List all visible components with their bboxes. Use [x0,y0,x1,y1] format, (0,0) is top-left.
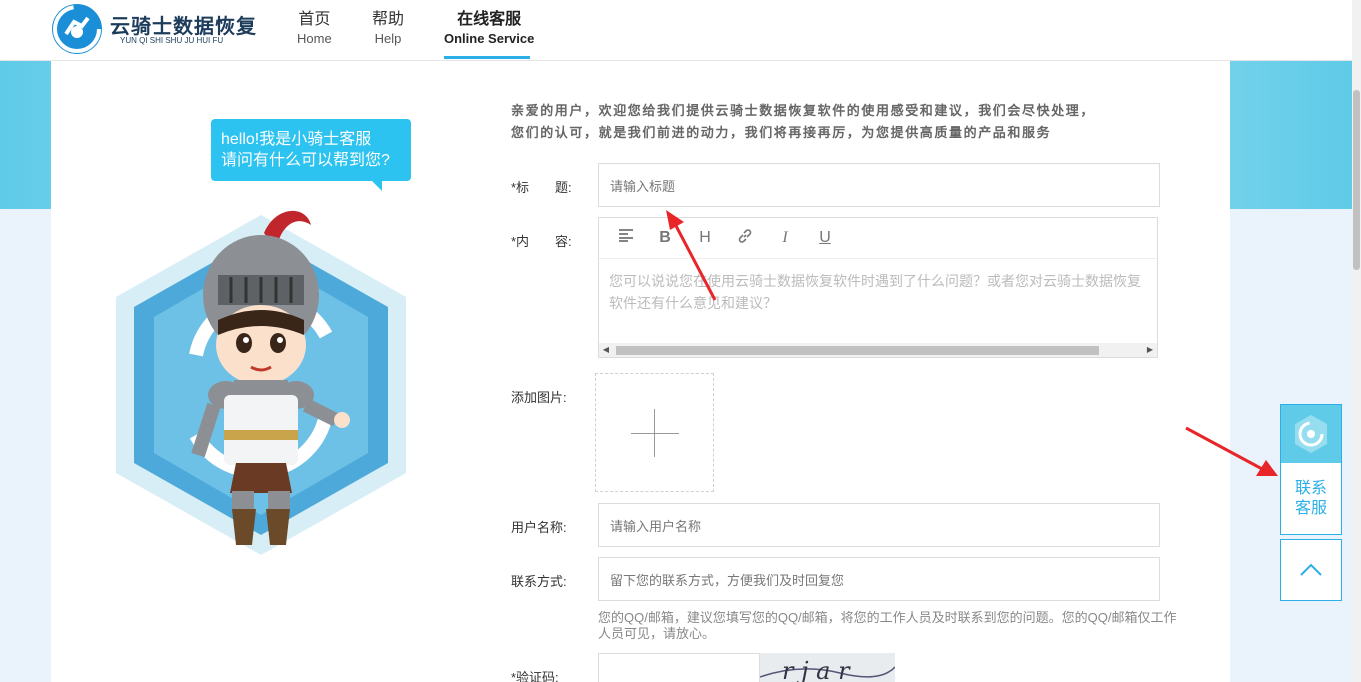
knight-mascot-image [116,210,406,555]
contact-hint: 您的QQ/邮箱，建议您填写您的QQ/邮箱，将您的工作人员及时联系到您的问题。您的… [598,610,1177,641]
bubble-line-1: hello!我是小骑士客服 [221,131,372,148]
contact-input[interactable]: 留下您的联系方式，方便我们及时回复您 [598,557,1160,601]
content-editor[interactable]: B H I U 您可以说说您在使用云骑士数据恢复软件时遇到了什么问题？或者您对云… [598,217,1158,358]
nav-home-label: 首页 [298,11,331,28]
logo-subtext: YUN QI SHI SHU JU HUI FU [120,36,224,45]
captcha-text: r j a r [782,657,851,682]
captcha-label: *验证码: [511,670,559,682]
chevron-up-icon [1300,563,1322,576]
speech-bubble: hello!我是小骑士客服 请问有什么可以帮到您? [211,119,411,181]
title-placeholder: 请输入标题 [610,178,676,194]
bold-icon[interactable]: B [655,228,675,248]
title-input[interactable]: 请输入标题 [598,163,1160,207]
intro-line-1: 亲爱的用户，欢迎您给我们提供云骑士数据恢复软件的使用感受和建议，我们会尽快处理， [511,103,1096,118]
scroll-right-icon[interactable]: ▶ [1143,343,1157,357]
nav-home-sublabel: Home [297,31,332,46]
heading-icon[interactable]: H [695,228,715,248]
nav-help-sublabel: Help [374,31,402,46]
intro-text: 亲爱的用户，欢迎您给我们提供云骑士数据恢复软件的使用感受和建议，我们会尽快处理，… [511,100,1161,144]
image-upload-button[interactable] [595,373,714,492]
page-scrollbar-thumb[interactable] [1353,90,1360,270]
contact-placeholder: 留下您的联系方式，方便我们及时回复您 [610,572,845,588]
contact-service-float-button[interactable]: 联系 客服 [1280,404,1342,535]
username-input[interactable]: 请输入用户名称 [598,503,1160,547]
underline-icon[interactable]: U [815,228,835,248]
contact-label: 联系方式: [511,574,567,589]
username-placeholder: 请输入用户名称 [610,518,702,534]
logo-icon [52,4,102,54]
nav-home[interactable]: 首页 Home [297,10,332,48]
plus-icon-vertical [654,409,655,457]
bubble-line-2: 请问有什么可以帮到您? [221,152,390,169]
nav-active-indicator [444,56,530,59]
image-label: 添加图片: [511,390,567,405]
title-label: *标 题: [511,180,572,195]
link-icon[interactable] [735,228,755,248]
nav-online-service-label: 在线客服 [457,11,522,28]
username-label: 用户名称: [511,520,567,535]
logo[interactable]: 云骑士数据恢复 YUN QI SHI SHU JU HUI FU [52,4,256,54]
italic-icon[interactable]: I [775,228,795,248]
back-to-top-button[interactable] [1280,539,1342,601]
align-left-icon[interactable] [616,228,636,248]
plus-icon [631,433,679,434]
service-logo-icon [1281,405,1341,463]
site-header: 云骑士数据恢复 YUN QI SHI SHU JU HUI FU 首页 Home… [0,0,1352,61]
content-label: *内 容: [511,234,572,249]
service-label: 联系 客服 [1281,479,1341,519]
nav-help[interactable]: 帮助 Help [372,10,404,48]
service-label-line-2: 客服 [1294,500,1327,517]
content-placeholder: 您可以说说您在使用云骑士数据恢复软件时遇到了什么问题？或者您对云骑士数据恢复软件… [609,273,1141,311]
nav-online-service-sublabel: Online Service [444,31,535,46]
scrollbar-thumb[interactable] [616,346,1099,355]
nav-online-service[interactable]: 在线客服 Online Service [444,10,534,48]
editor-toolbar: B H I U [599,218,1157,259]
editor-horizontal-scrollbar[interactable]: ◀ ▶ [599,343,1157,357]
nav-help-label: 帮助 [372,11,405,28]
service-label-line-1: 联系 [1294,480,1327,497]
captcha-input[interactable] [598,653,760,682]
intro-line-2: 您们的认可，就是我们前进的动力，我们将再接再厉，为您提供高质量的产品和服务 [511,125,1052,140]
page-scrollbar[interactable] [1352,0,1361,682]
captcha-image[interactable]: r j a r [760,653,895,682]
logo-text: 云骑士数据恢复 [110,16,257,38]
scroll-left-icon[interactable]: ◀ [599,343,613,357]
speech-bubble-tail [370,179,382,191]
